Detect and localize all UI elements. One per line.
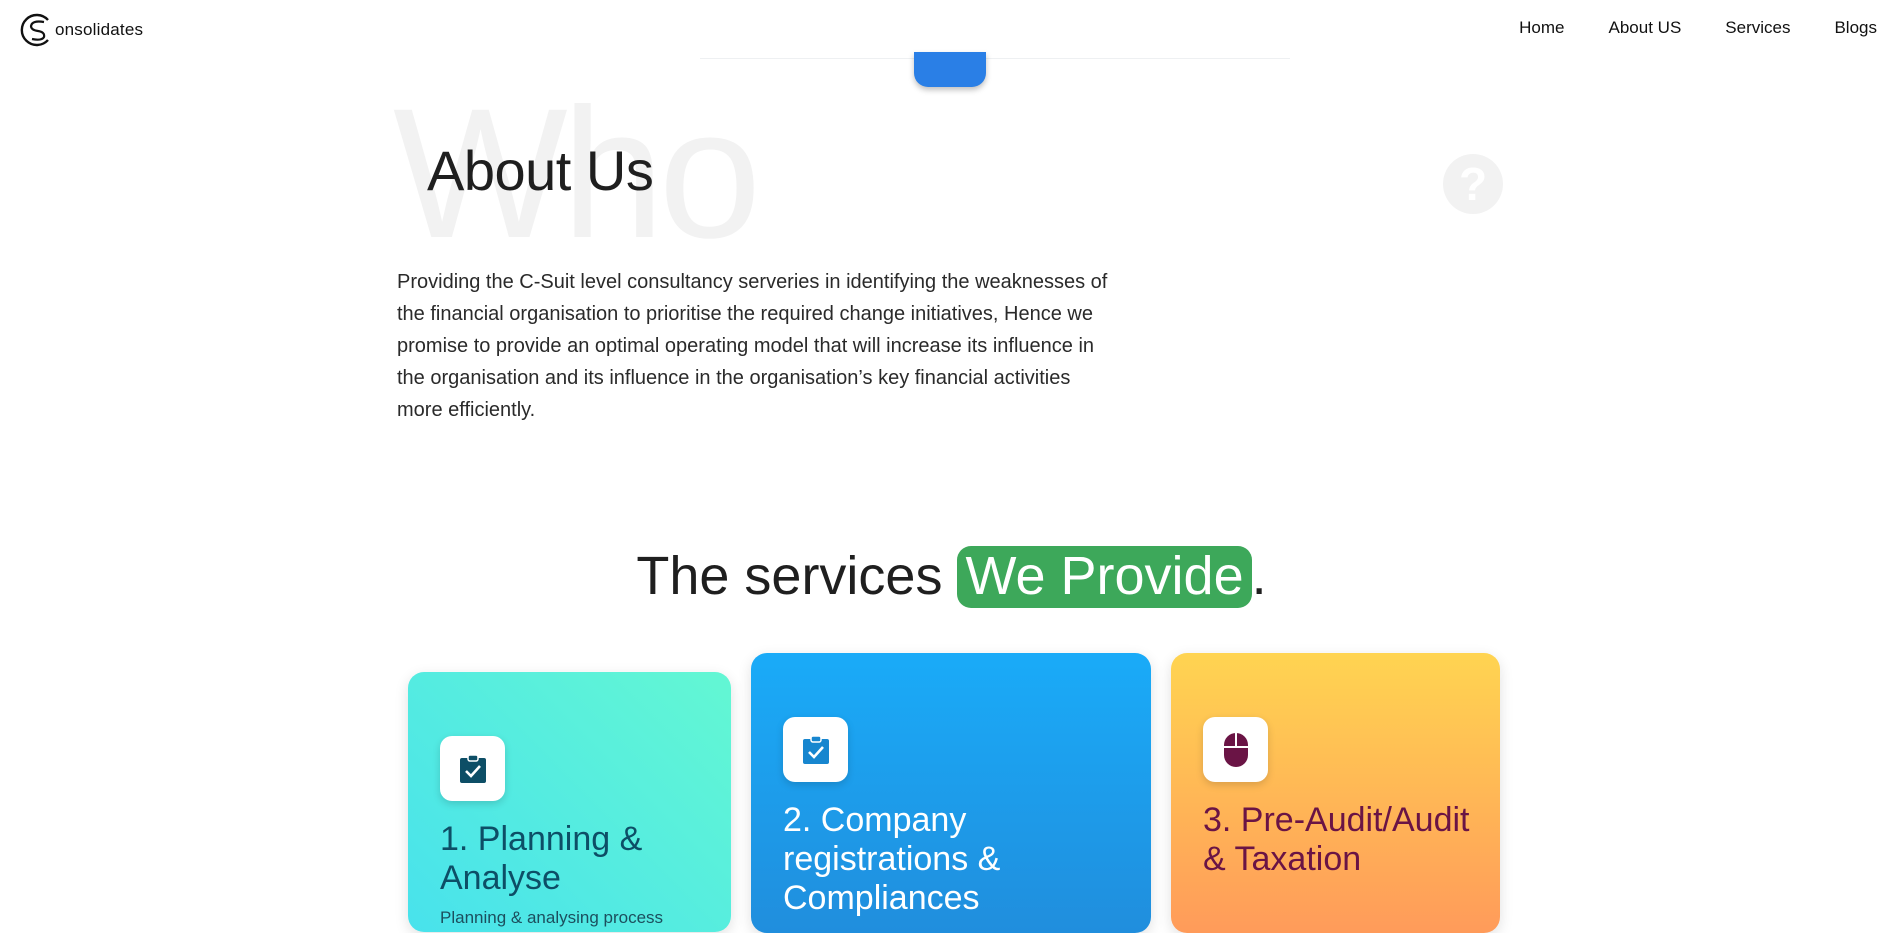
about-description: Providing the C-Suit level consultancy s… [397,271,1108,421]
card-icon-box [783,717,848,782]
clipboard-check-icon [459,753,486,783]
nav-blogs[interactable]: Blogs [1834,18,1877,38]
question-icon: ? [1443,154,1503,214]
card-icon-box [440,736,505,801]
services-title: The services We Provide. [0,545,1903,608]
service-card-audit-taxation[interactable]: 3. Pre-Audit/Audit & Taxation [1171,653,1500,933]
card-title: 1. Planning & Analyse [440,820,643,897]
card-icon-box [1203,717,1268,782]
logo-icon [20,13,49,47]
nav-about-us[interactable]: About US [1609,18,1682,38]
nav-home[interactable]: Home [1519,18,1564,38]
nav-services[interactable]: Services [1725,18,1790,38]
service-card-planning[interactable]: 1. Planning & Analyse Planning & analysi… [408,672,731,932]
logo-text: onsolidates [55,20,144,39]
main-nav: Home About US Services Blogs [1519,18,1877,38]
card-title: 3. Pre-Audit/Audit & Taxation [1203,801,1470,878]
service-card-company-registrations[interactable]: 2. Company registrations & Compliances [751,653,1151,933]
clipboard-check-icon [802,734,829,764]
services-title-highlight: We Provide [957,546,1252,608]
mouse-icon [1223,732,1248,767]
blue-tab-decoration [914,52,986,87]
services-title-suffix: . [1251,546,1267,606]
services-title-prefix: The services [636,546,943,606]
card-title: 2. Company registrations & Compliances [783,801,1001,917]
card-description: Planning & analysing process [440,908,664,927]
site-header: onsolidates Home About US Services Blogs [0,0,1903,60]
about-title: About Us [427,139,654,202]
divider-line [700,58,1290,59]
logo[interactable]: onsolidates [18,12,143,48]
